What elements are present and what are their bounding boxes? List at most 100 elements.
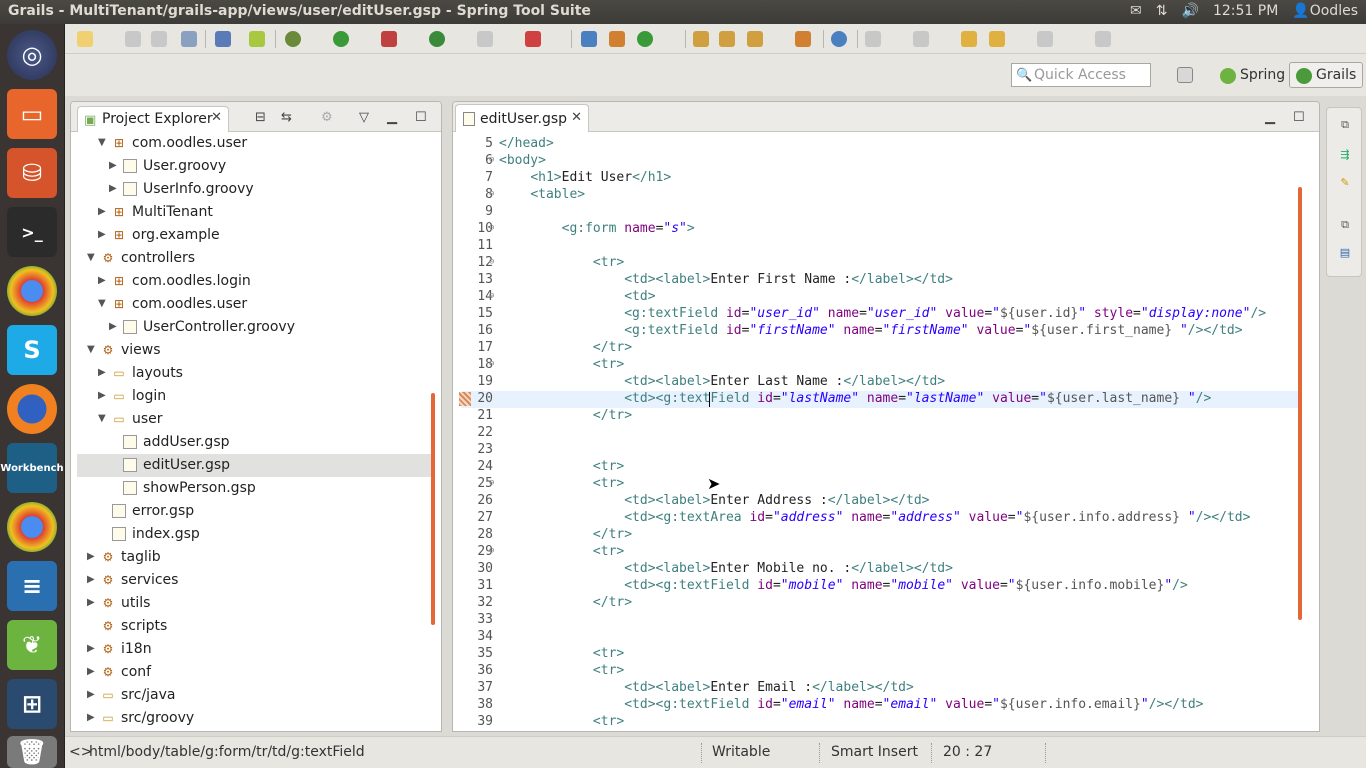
tree-item[interactable]: ▼ ⚙ views	[77, 339, 433, 362]
mysql-workbench-icon[interactable]: Workbench	[0, 443, 64, 493]
editor-scrollbar[interactable]	[1298, 187, 1302, 620]
fold-icon[interactable]: ⊖	[489, 478, 494, 488]
new-icon[interactable]	[77, 31, 93, 47]
code-line[interactable]: 7 <h1>Edit User</h1>	[461, 170, 1301, 187]
last-edit-icon[interactable]	[961, 31, 977, 47]
link-editor-icon[interactable]: ⇆	[281, 110, 292, 125]
open-type-icon[interactable]	[693, 31, 709, 47]
code-line[interactable]: 22	[461, 425, 1301, 442]
tree-item[interactable]: ▼ ▭ user	[77, 408, 433, 431]
web-browser-icon[interactable]	[831, 31, 847, 47]
code-line[interactable]: 14 ⊖ <td>	[461, 289, 1301, 306]
expand-right-icon[interactable]: ▶	[87, 712, 97, 723]
code-line[interactable]: 24 <tr>	[461, 459, 1301, 476]
tree-item[interactable]: ▶ ▭ src/java	[77, 684, 433, 707]
code-line[interactable]: 13 <td><label>Enter First Name :</label>…	[461, 272, 1301, 289]
chrome-icon-2[interactable]	[7, 502, 57, 552]
tree-item[interactable]: ▼ ⚙ controllers	[77, 247, 433, 270]
deploy-icon[interactable]	[525, 31, 541, 47]
new-project-icon[interactable]	[581, 31, 597, 47]
expand-down-icon[interactable]: ▼	[87, 344, 97, 355]
code-line[interactable]: 10 ⊖ <g:form name="s">	[461, 221, 1301, 238]
code-line[interactable]: 37 <td><label>Enter Email :</label></td>	[461, 680, 1301, 697]
code-line[interactable]: 20 <td><g:textField id="lastName" name="…	[461, 391, 1301, 408]
code-line[interactable]: 36 <tr>	[461, 663, 1301, 680]
focus-icon[interactable]: ⚙	[321, 110, 333, 125]
code-line[interactable]: 30 <td><label>Enter Mobile no. :</label>…	[461, 561, 1301, 578]
coverage-icon[interactable]	[381, 31, 397, 47]
expand-right-icon[interactable]: ▶	[87, 666, 97, 677]
code-line[interactable]: 18 ⊖ <tr>	[461, 357, 1301, 374]
tree-item[interactable]: ▶ ⚙ utils	[77, 592, 433, 615]
code-line[interactable]: 39 <tr>	[461, 714, 1301, 731]
files-icon[interactable]: ▭	[7, 89, 57, 139]
network-icon[interactable]: ⇅	[1156, 3, 1168, 19]
open-task-icon[interactable]	[719, 31, 735, 47]
save-icon[interactable]	[125, 31, 141, 47]
stop-server-icon[interactable]	[477, 31, 493, 47]
expand-down-icon[interactable]: ▼	[98, 298, 108, 309]
code-line[interactable]: 11	[461, 238, 1301, 255]
run-icon[interactable]	[333, 31, 349, 47]
ubuntu-dash-icon[interactable]: ◎	[7, 30, 57, 80]
perspective-spring[interactable]: Spring	[1213, 62, 1292, 88]
tree-item[interactable]: error.gsp	[77, 500, 433, 523]
tree-item[interactable]: ▶ ⊞ MultiTenant	[77, 201, 433, 224]
terminal-icon[interactable]: >_	[7, 207, 57, 257]
code-line[interactable]: 26 <td><label>Enter Address :</label></t…	[461, 493, 1301, 510]
expand-down-icon[interactable]: ▼	[87, 252, 97, 263]
code-line[interactable]: 12 ⊖ <tr>	[461, 255, 1301, 272]
code-line[interactable]: 32 </tr>	[461, 595, 1301, 612]
print-icon[interactable]	[181, 31, 197, 47]
view-menu-icon[interactable]: ▽	[359, 110, 369, 125]
breadcrumb-path[interactable]: html/body/table/g:form/tr/td/g:textField	[89, 744, 365, 760]
external-tools-icon[interactable]	[429, 31, 445, 47]
expand-right-icon[interactable]: ▶	[87, 597, 97, 608]
code-line[interactable]: 5 </head>	[461, 136, 1301, 153]
spring-tool-suite-icon[interactable]: ❦	[7, 620, 57, 670]
servers-icon[interactable]: ⇶	[1338, 148, 1352, 162]
console-icon[interactable]: ▤	[1338, 246, 1352, 260]
code-line[interactable]: 31 <td><g:textField id="mobile" name="mo…	[461, 578, 1301, 595]
expand-right-icon[interactable]: ▶	[87, 643, 97, 654]
clock[interactable]: 12:51 PM	[1213, 3, 1278, 19]
expand-right-icon[interactable]: ▶	[98, 367, 108, 378]
new-package-icon[interactable]	[609, 31, 625, 47]
code-line[interactable]: 33	[461, 612, 1301, 629]
chrome-icon[interactable]	[7, 266, 57, 316]
close-icon[interactable]: ✕	[211, 110, 222, 125]
writer-icon[interactable]: ≡	[7, 561, 57, 611]
tree-item[interactable]: ▶ ▭ layouts	[77, 362, 433, 385]
expand-right-icon[interactable]: ▶	[98, 390, 108, 401]
tab-edituser-gsp[interactable]: editUser.gsp ✕	[455, 104, 589, 132]
search-icon[interactable]	[747, 31, 763, 47]
tree-item[interactable]: ▶ ▭ login	[77, 385, 433, 408]
expand-right-icon[interactable]: ▶	[87, 551, 97, 562]
expand-down-icon[interactable]: ▼	[98, 413, 108, 424]
tree-item[interactable]: ▶ ▭ src/groovy	[77, 707, 433, 730]
code-line[interactable]: 8 ⊖ <table>	[461, 187, 1301, 204]
tree-item[interactable]: editUser.gsp	[77, 454, 433, 477]
expand-right-icon[interactable]: ▶	[109, 183, 119, 194]
code-line[interactable]: 9	[461, 204, 1301, 221]
tree-item[interactable]: addUser.gsp	[77, 431, 433, 454]
fold-icon[interactable]: ⊖	[489, 546, 494, 556]
code-line[interactable]: 28 </tr>	[461, 527, 1301, 544]
code-line[interactable]: 19 <td><label>Enter Last Name :</label><…	[461, 374, 1301, 391]
perspective-grails[interactable]: Grails	[1289, 62, 1364, 88]
open-folder-icon[interactable]	[795, 31, 811, 47]
volume-icon[interactable]: 🔊	[1182, 3, 1199, 19]
minimize-icon[interactable]: ▁	[1265, 110, 1275, 125]
code-line[interactable]: 16 <g:textField id="firstName" name="fir…	[461, 323, 1301, 340]
code-area[interactable]: 5 </head> 6 ⊖ <body> 7 <h1>Edit User</h1> 8 ⊖ <…	[461, 136, 1301, 729]
tree-item[interactable]: ▼ ⊞ com.oodles.user	[77, 293, 433, 316]
expand-right-icon[interactable]: ▶	[98, 275, 108, 286]
skype-icon[interactable]: S	[7, 325, 57, 375]
tree-item[interactable]: ▶ ⚙ services	[77, 569, 433, 592]
code-line[interactable]: 35 <tr>	[461, 646, 1301, 663]
code-line[interactable]: 29 ⊖ <tr>	[461, 544, 1301, 561]
skip-breakpoints-icon[interactable]	[215, 31, 231, 47]
fold-icon[interactable]: ⊖	[489, 223, 494, 233]
code-line[interactable]: 21 </tr>	[461, 408, 1301, 425]
code-line[interactable]: 25 ⊖ <tr>	[461, 476, 1301, 493]
